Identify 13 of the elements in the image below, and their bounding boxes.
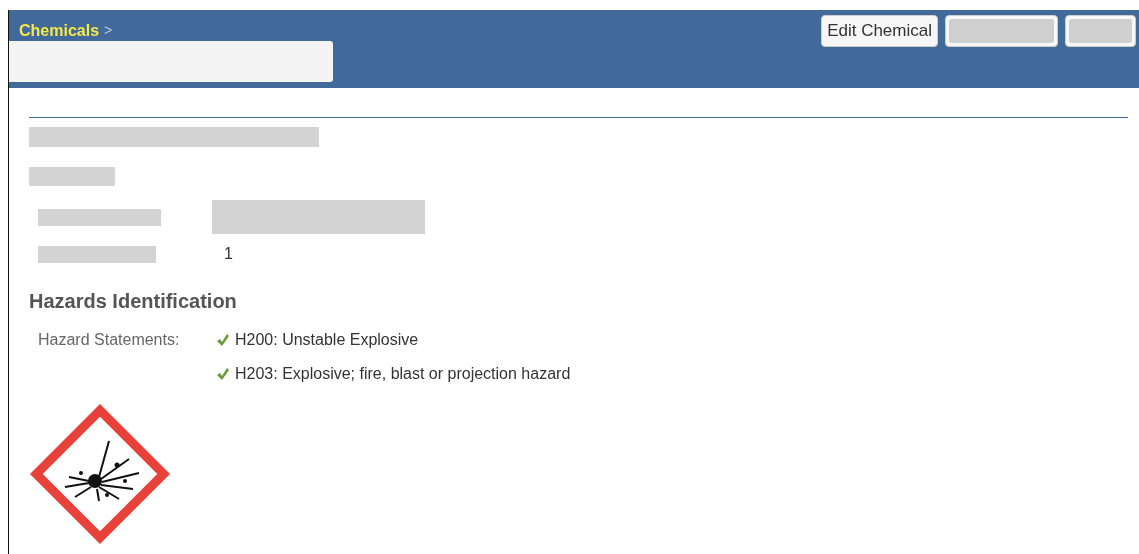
field-value: 1 — [223, 245, 233, 263]
search-field[interactable] — [9, 41, 333, 82]
checkmark-icon — [216, 333, 230, 347]
checkmark-icon — [216, 367, 230, 381]
hazard-statement: H200: Unstable Explosive — [235, 331, 419, 349]
section-heading: Hazards Identification — [29, 290, 238, 313]
breadcrumb-separator: > — [104, 22, 113, 40]
breadcrumb-link[interactable]: Chemicals — [19, 22, 100, 41]
redacted-button[interactable] — [945, 15, 1058, 47]
edit-button[interactable]: Edit Chemical — [821, 15, 938, 47]
hazard-statement: H203: Explosive; fire, blast or projection hazard — [235, 365, 571, 383]
redacted-button[interactable] — [1065, 15, 1136, 47]
field-label: Hazard Statements: — [38, 331, 181, 350]
